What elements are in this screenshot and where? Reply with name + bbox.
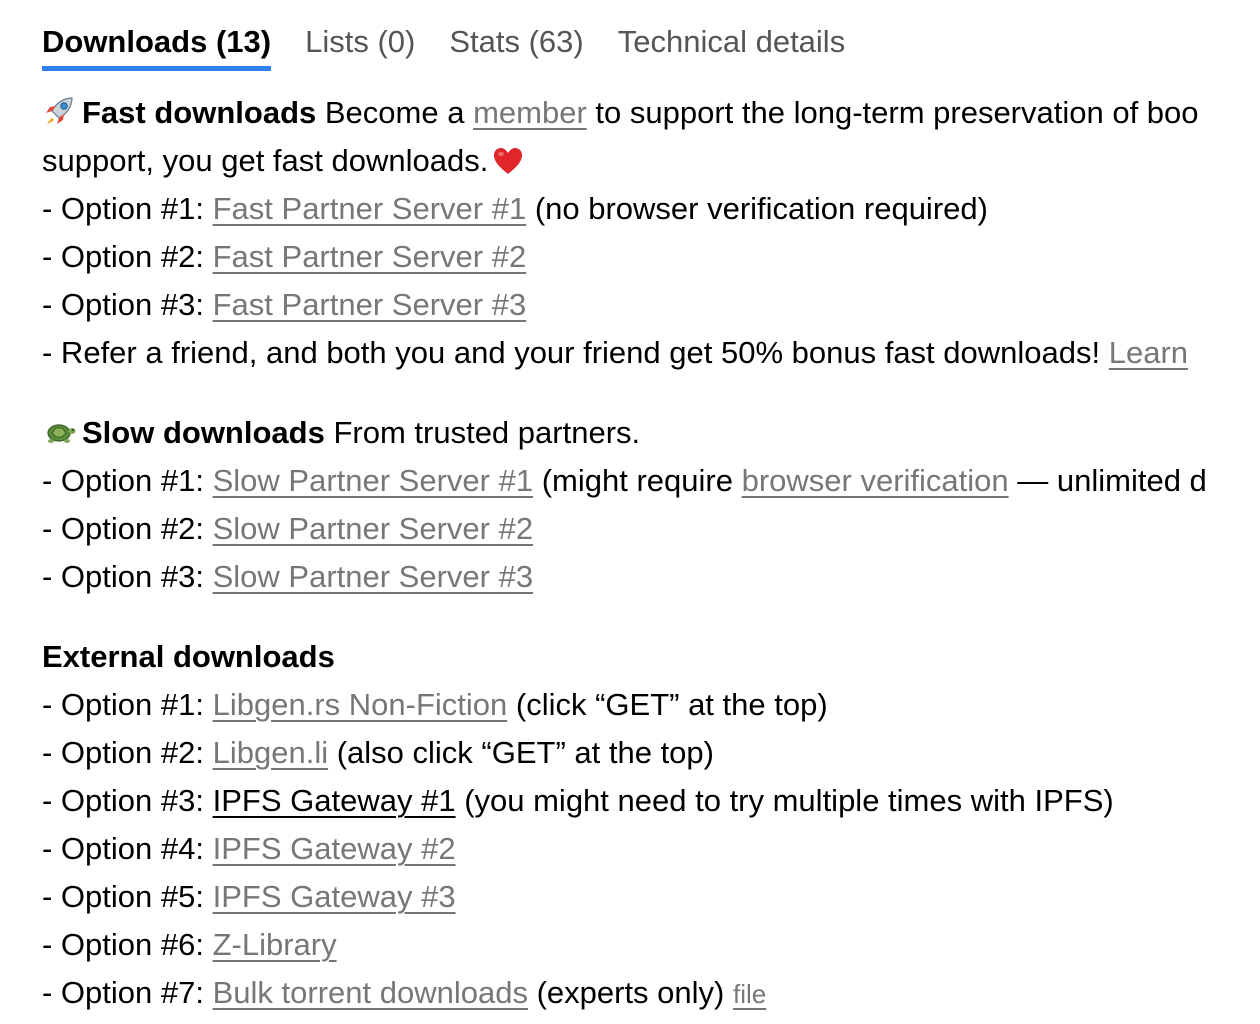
option-note: (might require (541, 463, 733, 498)
option-label: - Option #5: (42, 879, 204, 914)
external-option-3: - Option #3: IPFS Gateway #1 (you might … (42, 777, 1260, 825)
fast-intro-text: Become a (324, 95, 465, 130)
option-label: - Option #2: (42, 735, 204, 770)
fast-partner-server-3-link[interactable]: Fast Partner Server #3 (213, 287, 527, 322)
fast-downloads-intro: Fast downloads Become a member to suppor… (42, 89, 1260, 137)
tab-stats[interactable]: Stats (63) (449, 22, 583, 66)
option-note: (also click “GET” at the top) (336, 735, 714, 770)
slow-option-1: - Option #1: Slow Partner Server #1 (mig… (42, 457, 1260, 505)
option-note: (you might need to try multiple times wi… (464, 783, 1114, 818)
heart-icon (494, 148, 523, 174)
external-downloads-title: External downloads (42, 639, 335, 674)
z-library-link[interactable]: Z-Library (213, 927, 337, 962)
option-note: (experts only) (536, 975, 725, 1010)
fast-downloads-intro-line2: support, you get fast downloads. (42, 137, 1260, 185)
external-option-1: - Option #1: Libgen.rs Non-Fiction (clic… (42, 681, 1260, 729)
downloads-panel: Fast downloads Become a member to suppor… (42, 89, 1260, 1017)
option-label: - Option #1: (42, 191, 204, 226)
external-option-5: - Option #5: IPFS Gateway #3 (42, 873, 1260, 921)
option-label: - Option #3: (42, 287, 204, 322)
fast-option-1: - Option #1: Fast Partner Server #1 (no … (42, 185, 1260, 233)
fast-downloads-title: Fast downloads (82, 95, 317, 130)
external-option-7: - Option #7: Bulk torrent downloads (exp… (42, 969, 1260, 1017)
tab-technical-details[interactable]: Technical details (618, 22, 845, 66)
libgen-li-link[interactable]: Libgen.li (213, 735, 328, 770)
browser-verification-link[interactable]: browser verification (742, 463, 1009, 498)
external-option-4: - Option #4: IPFS Gateway #2 (42, 825, 1260, 873)
tab-lists[interactable]: Lists (0) (305, 22, 415, 66)
fast-option-2: - Option #2: Fast Partner Server #2 (42, 233, 1260, 281)
slow-partner-server-1-link[interactable]: Slow Partner Server #1 (213, 463, 533, 498)
turtle-icon (47, 424, 76, 443)
refer-friend-line: - Refer a friend, and both you and your … (42, 329, 1260, 377)
learn-more-link[interactable]: Learn (1109, 335, 1188, 370)
option-label: - Option #4: (42, 831, 204, 866)
option-label: - Option #2: (42, 511, 204, 546)
fast-option-3: - Option #3: Fast Partner Server #3 (42, 281, 1260, 329)
option-label: - Option #3: (42, 559, 204, 594)
slow-partner-server-2-link[interactable]: Slow Partner Server #2 (213, 511, 533, 546)
member-link[interactable]: member (473, 95, 587, 130)
option-note-after: — unlimited d (1017, 463, 1207, 498)
ipfs-gateway-2-link[interactable]: IPFS Gateway #2 (213, 831, 456, 866)
tab-downloads[interactable]: Downloads (13) (42, 22, 272, 71)
libgen-rs-link[interactable]: Libgen.rs Non-Fiction (213, 687, 508, 722)
option-label: - Option #1: (42, 463, 204, 498)
option-label: - Option #6: (42, 927, 204, 962)
tab-bar: Downloads (13) Lists (0) Stats (63) Tech… (42, 22, 879, 72)
slow-partner-server-3-link[interactable]: Slow Partner Server #3 (213, 559, 533, 594)
option-note: (no browser verification required) (534, 191, 988, 226)
fast-intro-text-after: to support the long-term preservation of… (595, 95, 1199, 130)
slow-option-3: - Option #3: Slow Partner Server #3 (42, 553, 1260, 601)
option-note: (click “GET” at the top) (515, 687, 828, 722)
fast-intro-line2-text: support, you get fast downloads. (42, 143, 489, 178)
option-label: - Option #7: (42, 975, 204, 1010)
slow-intro-text: From trusted partners. (333, 415, 641, 450)
ipfs-gateway-3-link[interactable]: IPFS Gateway #3 (213, 879, 456, 914)
file-link[interactable]: file (733, 979, 766, 1009)
slow-option-2: - Option #2: Slow Partner Server #2 (42, 505, 1260, 553)
bulk-torrent-downloads-link[interactable]: Bulk torrent downloads (213, 975, 528, 1010)
option-label: - Option #2: (42, 239, 204, 274)
ipfs-gateway-1-link[interactable]: IPFS Gateway #1 (213, 783, 456, 818)
rocket-icon (46, 97, 73, 124)
option-label: - Option #1: (42, 687, 204, 722)
external-option-2: - Option #2: Libgen.li (also click “GET”… (42, 729, 1260, 777)
refer-friend-text: - Refer a friend, and both you and your … (42, 335, 1101, 370)
slow-downloads-intro: Slow downloads From trusted partners. (42, 409, 1260, 457)
external-downloads-heading: External downloads (42, 633, 1260, 681)
external-option-6: - Option #6: Z-Library (42, 921, 1260, 969)
slow-downloads-title: Slow downloads (82, 415, 325, 450)
fast-partner-server-1-link[interactable]: Fast Partner Server #1 (213, 191, 527, 226)
fast-partner-server-2-link[interactable]: Fast Partner Server #2 (213, 239, 527, 274)
option-label: - Option #3: (42, 783, 204, 818)
